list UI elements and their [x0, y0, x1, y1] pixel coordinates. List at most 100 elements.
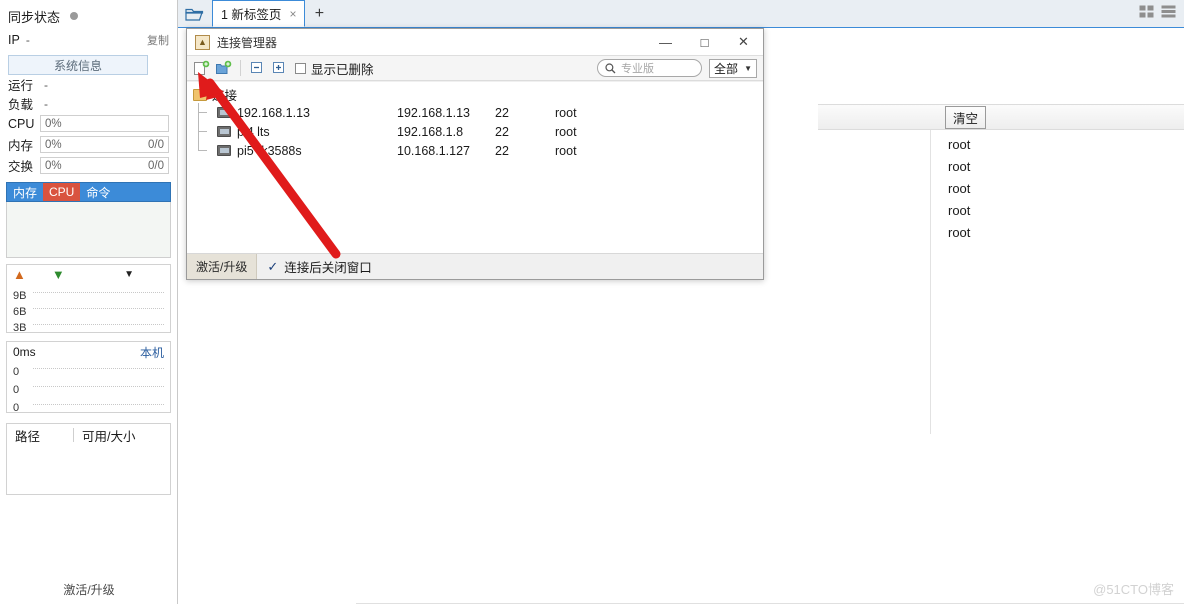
expand-all-button[interactable]	[271, 60, 288, 76]
new-session-button[interactable]	[193, 60, 210, 76]
load-value: -	[44, 96, 48, 111]
network-graph-canvas: 9B 6B 3B	[7, 284, 170, 334]
grid-view-icon[interactable]	[1139, 5, 1154, 18]
computer-icon	[217, 126, 231, 137]
table-row[interactable]: pi5 rk3588s 10.168.1.127 22 root	[187, 141, 763, 160]
tree-branch-line	[187, 122, 217, 141]
sidebar: 同步状态 IP - 复制 系统信息 运行 - 负载 - CPU 0% 内存 0%…	[0, 0, 178, 604]
tab-cpu[interactable]: CPU	[43, 183, 81, 201]
filter-dropdown[interactable]: 全部 ▼	[709, 58, 757, 78]
uptime-row: 运行 -	[0, 75, 177, 94]
connection-port: 22	[495, 105, 509, 120]
dialog-title: 连接管理器	[217, 35, 278, 50]
connection-host: 10.168.1.127	[397, 143, 470, 158]
network-graph-block: ▲ ▼ ▼ 9B 6B 3B	[6, 264, 171, 334]
tree-root-node[interactable]: 连接	[187, 86, 763, 103]
ip-label: IP	[8, 33, 20, 47]
swap-meter-row: 交换 0% 0/0	[0, 155, 177, 176]
tree-branch-line	[187, 141, 217, 160]
sync-status-row: 同步状态	[0, 3, 177, 29]
copy-ip-link[interactable]: 复制	[147, 32, 169, 48]
tab-new-page[interactable]: 1 新标签页 ×	[212, 0, 306, 27]
disk-size-header: 可用/大小	[82, 429, 136, 444]
minimize-button[interactable]: —	[646, 29, 685, 56]
network-interface-dropdown-icon[interactable]: ▼	[124, 269, 134, 280]
app-icon: ▲	[195, 34, 210, 50]
table-row[interactable]: pi4 lts 192.168.1.8 22 root	[187, 122, 763, 141]
show-deleted-checkbox[interactable]: 显示已删除	[295, 59, 374, 78]
list-view-icon[interactable]	[1161, 5, 1176, 18]
dialog-title-bar[interactable]: ▲ 连接管理器 — □ ✕	[187, 29, 763, 56]
system-info-button[interactable]: 系统信息	[8, 55, 148, 75]
sync-status-label: 同步状态	[8, 9, 61, 25]
list-item[interactable]: root	[948, 178, 970, 200]
cpu-meter-row: CPU 0%	[0, 113, 177, 134]
open-folder-button[interactable]	[178, 0, 212, 27]
search-icon	[605, 62, 616, 73]
toolbar-right-group: 专业版 全部 ▼	[597, 58, 757, 78]
process-tabstrip: 内存 CPU 命令	[6, 182, 171, 202]
computer-icon	[217, 107, 231, 118]
uptime-label: 运行	[8, 79, 34, 93]
list-item[interactable]: root	[948, 156, 970, 178]
activate-upgrade-button[interactable]: 激活/升级	[187, 254, 258, 279]
filter-value: 全部	[714, 61, 739, 76]
load-row: 负载 -	[0, 94, 177, 113]
connection-manager-dialog: ▲ 连接管理器 — □ ✕ 显示已删除 专业版 全部 ▼ 连接 192.168.…	[186, 28, 764, 280]
collapse-all-icon	[251, 62, 262, 73]
checkbox-box-icon	[295, 62, 306, 74]
list-item[interactable]: root	[948, 134, 970, 156]
tab-memory[interactable]: 内存	[7, 183, 43, 201]
connection-name: pi5 rk3588s	[237, 143, 302, 158]
network-tick-2: 3B	[13, 322, 27, 334]
panel-divider	[930, 104, 931, 434]
tab-command[interactable]: 命令	[80, 183, 116, 201]
maximize-button[interactable]: □	[685, 29, 724, 56]
ping-graph-canvas: 0 0 0	[7, 362, 170, 414]
close-after-connect-label: 连接后关闭窗口	[284, 261, 372, 275]
tab-label: 1 新标签页	[221, 8, 282, 22]
search-input[interactable]: 专业版	[597, 59, 702, 77]
ping-target-link[interactable]: 本机	[140, 344, 164, 361]
search-placeholder: 专业版	[621, 63, 654, 75]
memory-meter-row: 内存 0% 0/0	[0, 134, 177, 155]
toolbar-divider	[240, 60, 241, 76]
new-session-icon	[194, 60, 210, 75]
connection-host: 192.168.1.13	[397, 105, 470, 120]
ip-row: IP - 复制	[0, 29, 177, 51]
connection-tree: 连接 192.168.1.13 192.168.1.13 22 root pi4…	[187, 82, 763, 160]
tab-close-icon[interactable]: ×	[289, 7, 296, 21]
disk-usage-header: 路径 可用/大小	[7, 424, 170, 446]
sidebar-activate-button[interactable]: 激活/升级	[0, 581, 178, 598]
table-row[interactable]: 192.168.1.13 192.168.1.13 22 root	[187, 103, 763, 122]
memory-meter: 0% 0/0	[40, 136, 169, 153]
clear-button[interactable]: 清空	[944, 105, 986, 129]
memory-label: 内存	[8, 139, 34, 153]
new-folder-button[interactable]	[215, 60, 232, 76]
new-tab-button[interactable]: +	[305, 0, 333, 27]
dialog-toolbar: 显示已删除 专业版 全部 ▼	[187, 56, 763, 81]
close-after-connect-checkbox[interactable]: ✓ 连接后关闭窗口	[267, 257, 371, 276]
cpu-value: 0%	[45, 117, 62, 130]
view-mode-buttons	[1139, 5, 1176, 18]
computer-icon	[217, 145, 231, 156]
network-gridline	[33, 324, 164, 325]
close-button[interactable]: ✕	[724, 29, 763, 56]
chevron-down-icon: ▼	[744, 63, 752, 73]
load-label: 负载	[8, 98, 34, 112]
ping-tick-1: 0	[13, 384, 20, 396]
collapse-all-button[interactable]	[249, 60, 266, 76]
ping-gridline	[33, 368, 164, 369]
connection-user: root	[555, 105, 577, 120]
list-item[interactable]: root	[948, 222, 970, 244]
checkmark-icon: ✓	[267, 259, 279, 274]
list-item[interactable]: root	[948, 200, 970, 222]
ping-graph-block: 0ms 本机 0 0 0	[6, 341, 171, 414]
folder-open-icon	[185, 8, 204, 21]
expand-all-icon	[273, 62, 284, 73]
network-tick-0: 9B	[13, 290, 27, 302]
tab-bar: 1 新标签页 × +	[178, 0, 1184, 28]
process-list-panel	[6, 202, 171, 258]
history-list: root root root root root	[948, 134, 970, 244]
tree-root-label: 连接	[212, 89, 238, 103]
